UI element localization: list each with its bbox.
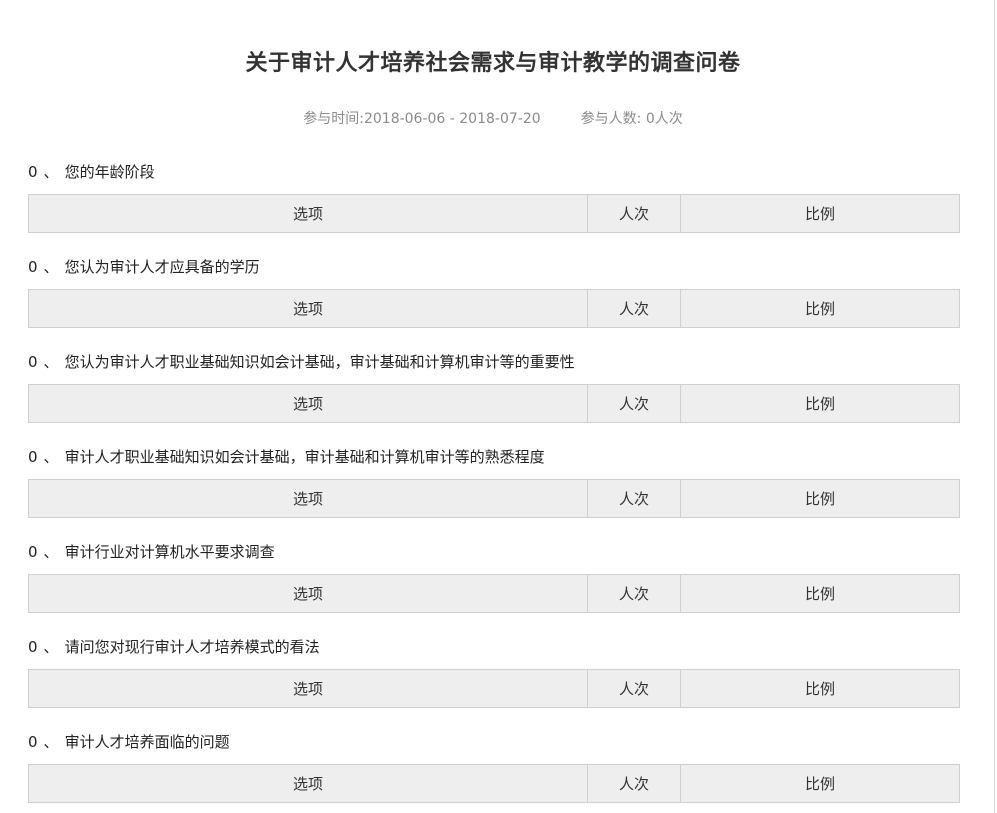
- question-text: 您认为审计人才职业基础知识如会计基础，审计基础和计算机审计等的重要性: [64, 353, 575, 371]
- question-separator: 、: [43, 258, 59, 276]
- question-title: 0 、审计行业对计算机水平要求调查: [28, 538, 959, 566]
- survey-meta: 参与时间:2018-06-06 - 2018-07-20 参与人数: 0人次: [0, 108, 986, 130]
- question-number: 0: [28, 448, 38, 466]
- question-text: 您的年龄阶段: [64, 163, 155, 181]
- result-table: 选项 人次 比例: [28, 194, 960, 233]
- question-separator: 、: [43, 163, 59, 181]
- page-right-border: [994, 0, 995, 813]
- result-table: 选项 人次 比例: [28, 574, 960, 613]
- question-title: 0 、请问您对现行审计人才培养模式的看法: [28, 633, 959, 661]
- option-column-header: 选项: [28, 574, 588, 613]
- question-separator: 、: [43, 543, 59, 561]
- question-number: 0: [28, 543, 38, 561]
- ratio-column-header: 比例: [680, 574, 960, 613]
- count-column-header: 人次: [587, 194, 681, 233]
- question-block: 0 、审计人才培养面临的问题 选项 人次 比例: [28, 728, 960, 813]
- table-header-row: 选项 人次 比例: [28, 194, 960, 233]
- result-table: 选项 人次 比例: [28, 669, 960, 708]
- question-title: 0 、审计人才培养面临的问题: [28, 728, 959, 756]
- ratio-column-header: 比例: [680, 764, 960, 803]
- count-column-header: 人次: [587, 479, 681, 518]
- count-column-header: 人次: [587, 289, 681, 328]
- question-block: 0 、您的年龄阶段 选项 人次 比例: [28, 158, 960, 253]
- option-column-header: 选项: [28, 669, 588, 708]
- question-title: 0 、审计人才职业基础知识如会计基础，审计基础和计算机审计等的熟悉程度: [28, 443, 959, 471]
- count-column-header: 人次: [587, 669, 681, 708]
- option-column-header: 选项: [28, 764, 588, 803]
- table-header-row: 选项 人次 比例: [28, 289, 960, 328]
- question-block: 0 、请问您对现行审计人才培养模式的看法 选项 人次 比例: [28, 633, 960, 728]
- participant-count: 参与人数: 0人次: [580, 111, 683, 127]
- result-table: 选项 人次 比例: [28, 764, 960, 803]
- question-separator: 、: [43, 638, 59, 656]
- option-column-header: 选项: [28, 194, 588, 233]
- question-number: 0: [28, 733, 38, 751]
- question-list: 0、您的年龄阶段 选项 人次 比例 0、您认为审计人才应具备的学历 选项 人次 …: [28, 158, 960, 813]
- question-block: 0 、审计行业对计算机水平要求调查 选项 人次 比例: [28, 538, 960, 633]
- survey-title: 关于审计人才培养社会需求与审计教学的调查问卷: [245, 51, 741, 76]
- result-table: 选项 人次 比例: [28, 479, 960, 518]
- ratio-column-header: 比例: [680, 669, 960, 708]
- question-title: 0 、您的年龄阶段: [28, 158, 959, 186]
- participation-time: 参与时间:2018-06-06 - 2018-07-20: [303, 111, 541, 127]
- question-block: 0 、您认为审计人才应具备的学历 选项 人次 比例: [28, 253, 960, 348]
- option-column-header: 选项: [28, 479, 588, 518]
- table-header-row: 选项 人次 比例: [28, 574, 960, 613]
- question-text: 审计行业对计算机水平要求调查: [64, 543, 275, 561]
- result-table: 选项 人次 比例: [28, 289, 960, 328]
- question-number: 0: [28, 353, 38, 371]
- ratio-column-header: 比例: [680, 194, 960, 233]
- option-column-header: 选项: [28, 289, 588, 328]
- count-column-header: 人次: [587, 764, 681, 803]
- question-number: 0: [28, 258, 38, 276]
- question-text: 请问您对现行审计人才培养模式的看法: [64, 638, 320, 656]
- table-header-row: 选项 人次 比例: [28, 384, 960, 423]
- table-header-row: 选项 人次 比例: [28, 669, 960, 708]
- count-column-header: 人次: [587, 574, 681, 613]
- survey-results-page: 关于审计人才培养社会需求与审计教学的调查问卷 参与时间:2018-06-06 -…: [0, 0, 997, 813]
- question-title: 0 、您认为审计人才应具备的学历: [28, 253, 959, 281]
- ratio-column-header: 比例: [680, 289, 960, 328]
- ratio-column-header: 比例: [680, 479, 960, 518]
- question-text: 您认为审计人才应具备的学历: [64, 258, 260, 276]
- result-table: 选项 人次 比例: [28, 384, 960, 423]
- question-separator: 、: [43, 353, 59, 371]
- question-block: 0 、您认为审计人才职业基础知识如会计基础，审计基础和计算机审计等的重要性 选项 …: [28, 348, 960, 443]
- question-text: 审计人才培养面临的问题: [64, 733, 230, 751]
- table-header-row: 选项 人次 比例: [28, 479, 960, 518]
- ratio-column-header: 比例: [680, 384, 960, 423]
- count-column-header: 人次: [587, 384, 681, 423]
- question-number: 0: [28, 163, 38, 181]
- question-text: 审计人才职业基础知识如会计基础，审计基础和计算机审计等的熟悉程度: [64, 448, 545, 466]
- question-separator: 、: [43, 448, 59, 466]
- question-block: 0 、审计人才职业基础知识如会计基础，审计基础和计算机审计等的熟悉程度 选项 人次…: [28, 443, 960, 538]
- option-column-header: 选项: [28, 384, 588, 423]
- question-title: 0 、您认为审计人才职业基础知识如会计基础，审计基础和计算机审计等的重要性: [28, 348, 959, 376]
- table-header-row: 选项 人次 比例: [28, 764, 960, 803]
- question-number: 0: [28, 638, 38, 656]
- question-separator: 、: [43, 733, 59, 751]
